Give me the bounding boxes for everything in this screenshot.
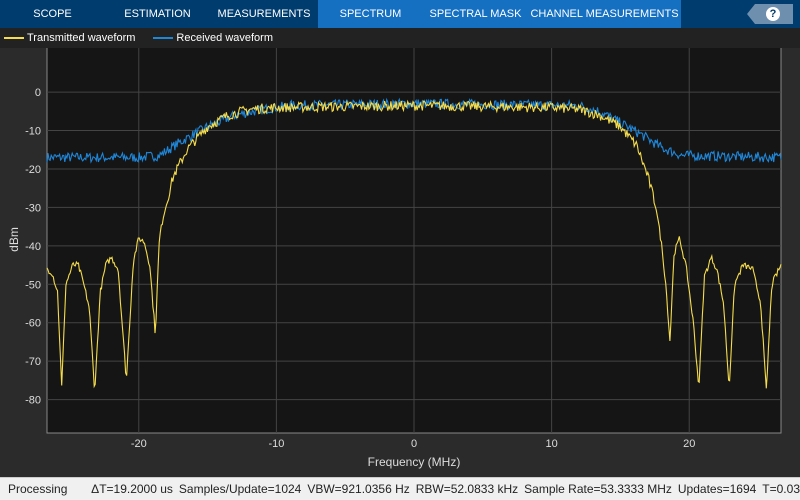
x-tick-label: 0: [411, 438, 417, 450]
y-tick-label: -70: [25, 356, 41, 368]
y-tick-label: -20: [25, 164, 41, 176]
tab-estimation[interactable]: ESTIMATION: [105, 0, 210, 28]
spectrum-plot: -20 -10 0 10 20 0 -10 -20 -30 -40 -50 -60 -70 -80 Freq…: [7, 48, 782, 469]
help-button[interactable]: ?: [747, 4, 793, 24]
legend-swatch-rx: [153, 37, 174, 39]
status-sample-rate: Sample Rate=53.3333 MHz: [524, 482, 672, 496]
legend-swatch-tx: [4, 37, 24, 39]
legend-label: Received waveform: [176, 32, 273, 44]
legend-item-transmitted[interactable]: Transmitted waveform: [4, 32, 135, 44]
status-vbw: VBW=921.0356 Hz: [307, 482, 410, 496]
y-tick-label: -10: [25, 126, 41, 138]
tab-spectral-mask[interactable]: SPECTRAL MASK: [423, 0, 528, 28]
status-time: T=0.03: [762, 482, 800, 496]
status-dt: ΔT=19.2000 us: [91, 482, 173, 496]
legend-item-received[interactable]: Received waveform: [153, 32, 273, 44]
y-tick-label: -50: [25, 279, 41, 291]
status-rbw: RBW=52.0833 kHz: [415, 482, 519, 496]
x-tick-label: 20: [683, 438, 695, 450]
legend-label: Transmitted waveform: [27, 32, 136, 44]
legend: Transmitted waveform Received waveform: [0, 28, 800, 48]
y-tick-label: -60: [25, 318, 41, 330]
y-tick-label: 0: [35, 87, 41, 99]
toolstrip-tabs: SCOPE ESTIMATION MEASUREMENTS SPECTRUM SPECT…: [0, 0, 800, 28]
tab-channel-measurements[interactable]: CHANNEL MEASUREMENTS: [528, 0, 681, 28]
y-tick-label: -30: [25, 202, 41, 214]
status-state: Processing: [8, 482, 68, 496]
tab-scope[interactable]: SCOPE: [0, 0, 105, 28]
y-axis-label: dBm: [7, 227, 21, 252]
tab-spectrum[interactable]: SPECTRUM: [318, 0, 423, 28]
x-axis-label: Frequency (MHz): [368, 455, 461, 469]
x-tick-label: -10: [268, 438, 284, 450]
help-icon: ?: [766, 7, 780, 21]
status-updates: Updates=1694: [677, 482, 757, 496]
y-tick-label: -80: [25, 395, 41, 407]
status-bar: Processing ΔT=19.2000 us Samples/Update=…: [0, 477, 800, 500]
status-samples: Samples/Update=1024: [178, 482, 302, 496]
y-tick-label: -40: [25, 241, 41, 253]
x-tick-label: -20: [131, 438, 147, 450]
tab-measurements[interactable]: MEASUREMENTS: [210, 0, 318, 28]
x-tick-label: 10: [545, 438, 557, 450]
